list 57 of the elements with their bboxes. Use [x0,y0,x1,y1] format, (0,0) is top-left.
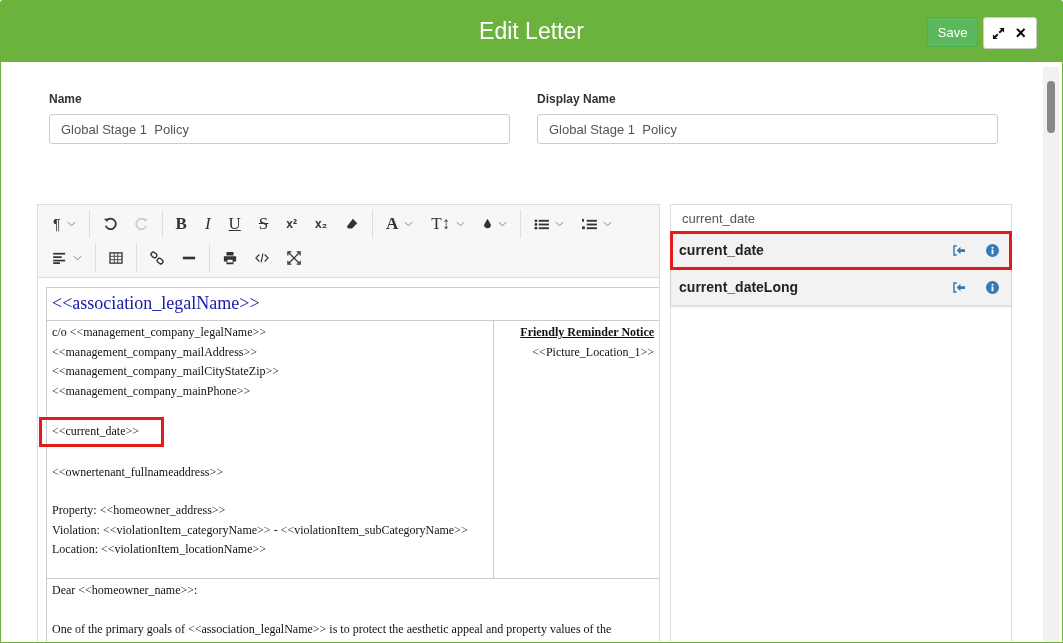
italic-button[interactable]: I [195,214,220,234]
notice-title: Friendly Reminder Notice [519,324,655,341]
fullscreen-icon[interactable] [287,251,301,265]
insert-icon[interactable] [953,281,966,293]
scrollbar[interactable] [1043,67,1059,642]
print-icon[interactable] [223,251,237,265]
field-label: Name [49,92,83,106]
strikethrough-button[interactable]: S [249,214,278,234]
text-field[interactable]: Global Stage 1 Policy [49,114,510,144]
letter-line: Property: <<homeowner_address>> [52,502,227,519]
letter-line: <<management_company_mainPhone>> [52,382,252,400]
align-left-icon [53,252,67,264]
letter-line: <<management_company_mailCityStateZip>> [52,363,280,380]
table-icon[interactable] [109,252,123,264]
text-field[interactable]: Global Stage 1 Policy [537,114,998,144]
insert-icon[interactable] [953,244,966,256]
caret-icon [498,221,508,227]
info-icon[interactable] [986,243,999,257]
paragraph-dropdown[interactable]: ¶ [44,216,85,232]
bullet-list-icon [534,217,550,231]
droplet-icon [483,218,493,230]
merge-field-name: current_dateLong [679,279,800,295]
letter-line: <<ownertenant_fullnameaddress>> [52,463,224,481]
merge-field-item[interactable]: current_date [671,232,1011,269]
expand-icon[interactable] [992,26,1006,40]
letter-heading: <<association_legalName>> [47,288,660,321]
letter-line: <<current_date>> [52,423,140,440]
numbered-list-icon [582,217,598,231]
info-icon[interactable] [986,280,999,294]
letter-paragraph: Dear <<homeowner_name>>: [52,582,199,599]
letter-line: Violation: <<violationItem_categoryName>> - <<violationItem_subCategoryName>> [52,521,468,539]
picture-placeholder-text: <<Picture_Location_1>> [531,343,655,361]
superscript-button[interactable]: x² [277,217,306,231]
font-size-dropdown[interactable]: T↕ [422,214,475,234]
caret-icon [456,221,466,227]
letter-line: <<management_company_mailAddress>> [52,343,259,361]
caret-icon [66,221,76,227]
letter-line: c/o <<management_company_legalName>> [52,324,267,341]
eraser-icon[interactable] [345,217,359,231]
letter-line: Location: <<violationItem_locationName>> [52,541,267,558]
caret-icon [555,221,565,227]
dialog-title: Edit Letter [479,17,584,45]
merge-field-name: current_date [679,242,765,258]
undo-icon[interactable] [102,217,117,231]
link-icon[interactable] [150,251,164,265]
close-button[interactable]: × [1013,24,1028,42]
code-view-icon[interactable] [255,251,269,265]
field-label: Display Name [537,92,617,106]
font-dropdown[interactable]: A [377,214,423,234]
bold-button[interactable]: B [166,214,196,234]
underline-button[interactable]: U [219,214,250,234]
merge-field-item[interactable]: current_dateLong [671,269,1011,306]
letter-paragraph: One of the primary goals of <<association_legalName>> is to protect the aesthetic appeal and property values of the [52,620,613,638]
caret-icon [73,255,82,261]
caret-icon [404,221,414,227]
caret-icon [603,221,613,227]
subscript-button[interactable]: x₂ [305,217,336,231]
